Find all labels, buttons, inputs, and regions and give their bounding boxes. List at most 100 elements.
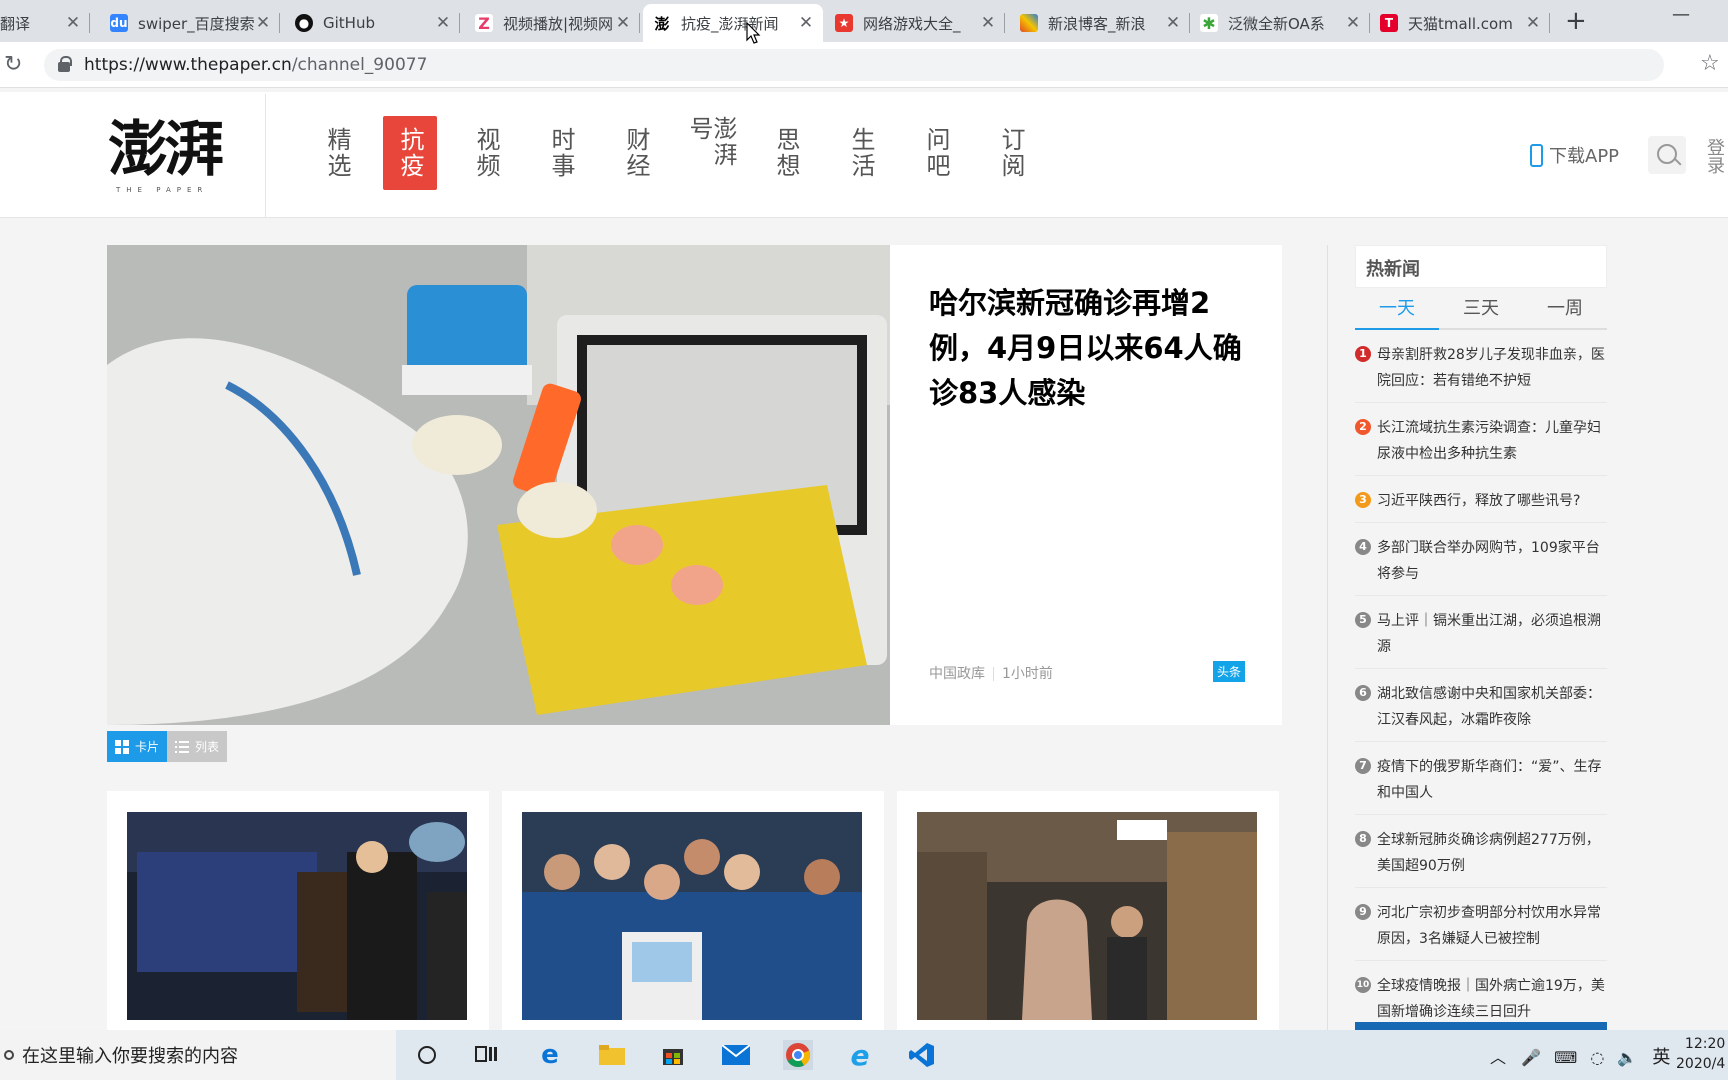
site-logo-subtitle: THE PAPER: [116, 186, 209, 194]
hot-news-text[interactable]: 母亲割肝救28岁儿子发现非血亲，医院回应：若有错绝不护短: [1377, 347, 1605, 389]
headline-tag-badge: 头条: [1213, 661, 1246, 682]
network-icon[interactable]: ◌: [1590, 1048, 1604, 1067]
hot-news-text[interactable]: 河北广宗初步查明部分村饮用水异常原因，3名嫌疑人已被控制: [1377, 905, 1601, 947]
nav-item[interactable]: 时事: [534, 116, 588, 190]
close-icon[interactable]: ✕: [1164, 13, 1182, 33]
rank-badge: 7: [1355, 758, 1371, 774]
hot-news-item[interactable]: 5 马上评｜镉米重出江湖，必须追根溯源: [1355, 596, 1607, 669]
hot-news-item[interactable]: 8 全球新冠肺炎确诊病例超277万例，美国超90万例: [1355, 815, 1607, 888]
nav-item[interactable]: 视频: [459, 116, 513, 190]
chevron-up-icon[interactable]: ︿: [1490, 1048, 1506, 1067]
file-explorer-icon[interactable]: [597, 1040, 627, 1070]
headline-title[interactable]: 哈尔滨新冠确诊再增2例，4月9日以来64人确诊83人感染: [929, 281, 1254, 416]
hot-news-panel: 热新闻 一天 三天 一周 1 母亲割肝救28岁儿子发现非血亲，医院回应：若有错绝不…: [1355, 245, 1607, 1035]
ie-icon[interactable]: e: [845, 1039, 875, 1072]
volume-icon[interactable]: 🔈: [1617, 1048, 1637, 1067]
browser-tab[interactable]: T 天猫tmall.com ✕: [1370, 4, 1550, 42]
card-view-button[interactable]: 卡片: [107, 731, 168, 762]
hot-news-item[interactable]: 4 多部门联合举办网购节，109家平台将参与: [1355, 523, 1607, 596]
close-icon[interactable]: ✕: [797, 13, 815, 33]
nav-item[interactable]: 订阅: [984, 116, 1038, 190]
nav-item[interactable]: 财经: [609, 116, 663, 190]
taskbar-search-placeholder: 在这里输入你要搜索的内容: [22, 1046, 238, 1067]
news-card[interactable]: [107, 791, 489, 1031]
microphone-icon[interactable]: 🎤: [1521, 1048, 1541, 1067]
hot-news-item[interactable]: 7 疫情下的俄罗斯华商们：“爱”、生存和中国人: [1355, 742, 1607, 815]
close-icon[interactable]: ✕: [1344, 13, 1362, 33]
browser-tab[interactable]: Z 视频播放|视频网 ✕: [465, 4, 640, 42]
baidu-icon: du: [110, 14, 128, 32]
hot-news-item[interactable]: 6 湖北致信感谢中央和国家机关部委：江汉春风起，冰霜昨夜除: [1355, 669, 1607, 742]
search-icon[interactable]: [1648, 136, 1686, 174]
list-view-button[interactable]: 列表: [167, 731, 228, 762]
tab-three-days[interactable]: 三天: [1439, 288, 1523, 328]
edge-icon[interactable]: e: [535, 1040, 565, 1070]
tab-one-day[interactable]: 一天: [1355, 288, 1439, 330]
hot-news-item[interactable]: 1 母亲割肝救28岁儿子发现非血亲，医院回应：若有错绝不护短: [1355, 330, 1607, 403]
nav-item[interactable]: 问吧: [909, 116, 963, 190]
headline-card[interactable]: 哈尔滨新冠确诊再增2例，4月9日以来64人确诊83人感染 中国政库 1小时前 头条: [107, 245, 1282, 725]
chrome-icon[interactable]: [783, 1040, 813, 1070]
mail-icon[interactable]: [721, 1040, 751, 1070]
cortana-icon[interactable]: [412, 1040, 442, 1070]
news-card-image[interactable]: [127, 812, 467, 1020]
news-card[interactable]: [897, 791, 1279, 1031]
tmall-icon: T: [1380, 14, 1398, 32]
hot-news-item[interactable]: 9 河北广宗初步查明部分村饮用水异常原因，3名嫌疑人已被控制: [1355, 888, 1607, 961]
headline-image[interactable]: [107, 245, 890, 725]
news-card-image[interactable]: [917, 812, 1257, 1020]
hot-news-text[interactable]: 疫情下的俄罗斯华商们：“爱”、生存和中国人: [1377, 759, 1602, 801]
close-icon[interactable]: ✕: [64, 13, 82, 33]
url-field[interactable]: https://www.thepaper.cn/channel_90077: [44, 49, 1664, 81]
nav-item-active[interactable]: 抗疫: [383, 116, 437, 190]
browser-tab[interactable]: du swiper_百度搜索 ✕: [100, 4, 280, 42]
ime-language-indicator[interactable]: 英: [1652, 1047, 1670, 1068]
input-method-icon[interactable]: ⌨: [1554, 1048, 1577, 1067]
rank-badge: 2: [1355, 419, 1371, 435]
nav-item[interactable]: 澎湃号: [684, 116, 738, 190]
search-icon: [4, 1050, 14, 1060]
browser-tab[interactable]: 翻译 ✕: [0, 4, 90, 42]
browser-tab[interactable]: ★ 网络游戏大全_ ✕: [825, 4, 1005, 42]
hot-news-text[interactable]: 多部门联合举办网购节，109家平台将参与: [1377, 540, 1600, 582]
store-icon[interactable]: [658, 1040, 688, 1070]
browser-tab[interactable]: ● GitHub ✕: [285, 4, 460, 42]
phone-icon: [1530, 143, 1543, 167]
hot-news-tabs: 一天 三天 一周: [1355, 288, 1607, 330]
news-card[interactable]: [502, 791, 884, 1031]
close-icon[interactable]: ✕: [1524, 13, 1542, 33]
close-icon[interactable]: ✕: [254, 13, 272, 33]
bookmark-star-icon[interactable]: ☆: [1700, 51, 1720, 76]
tab-one-week[interactable]: 一周: [1523, 288, 1607, 328]
hot-news-text[interactable]: 全球新冠肺炎确诊病例超277万例，美国超90万例: [1377, 832, 1600, 874]
browser-tab[interactable]: 新浪博客_新浪 ✕: [1010, 4, 1190, 42]
hot-news-item[interactable]: 3 习近平陕西行，释放了哪些讯号?: [1355, 476, 1607, 523]
nav-item[interactable]: 生活: [834, 116, 888, 190]
news-card-image[interactable]: [522, 812, 862, 1020]
task-view-icon[interactable]: [472, 1040, 502, 1070]
new-tab-button[interactable]: +: [1565, 6, 1587, 36]
browser-tab[interactable]: ✱ 泛微全新OA系 ✕: [1190, 4, 1370, 42]
reload-icon[interactable]: ↻: [4, 52, 22, 77]
clock[interactable]: 12:20 2020/4: [1676, 1034, 1725, 1074]
login-link[interactable]: 登录: [1704, 138, 1725, 174]
hot-news-text[interactable]: 全球疫情晚报｜国外病亡逾19万，美国新增确诊连续三日回升: [1377, 978, 1605, 1020]
hot-news-text[interactable]: 湖北致信感谢中央和国家机关部委：江汉春风起，冰霜昨夜除: [1377, 686, 1601, 728]
taskbar-search-box[interactable]: 在这里输入你要搜索的内容: [0, 1030, 396, 1080]
close-icon[interactable]: ✕: [614, 13, 632, 33]
hot-news-text[interactable]: 马上评｜镉米重出江湖，必须追根溯源: [1377, 613, 1601, 655]
minimize-icon[interactable]: —: [1672, 4, 1690, 25]
browser-tab-active[interactable]: 澎 抗疫_澎湃新闻 ✕: [643, 4, 823, 42]
close-icon[interactable]: ✕: [979, 13, 997, 33]
nav-item[interactable]: 精选: [310, 116, 364, 190]
download-app-link[interactable]: 下载APP: [1530, 142, 1619, 168]
headline-source[interactable]: 中国政库: [929, 666, 985, 682]
close-icon[interactable]: ✕: [434, 13, 452, 33]
site-logo[interactable]: 澎湃: [108, 120, 224, 180]
browser-tab-strip: 翻译 ✕ du swiper_百度搜索 ✕ ● GitHub ✕ Z 视频播放|…: [0, 0, 1728, 42]
hot-news-item[interactable]: 2 长江流域抗生素污染调查：儿童孕妇尿液中检出多种抗生素: [1355, 403, 1607, 476]
hot-news-text[interactable]: 长江流域抗生素污染调查：儿童孕妇尿液中检出多种抗生素: [1377, 420, 1601, 462]
vscode-icon[interactable]: [907, 1040, 937, 1070]
hot-news-text[interactable]: 习近平陕西行，释放了哪些讯号?: [1377, 493, 1580, 509]
nav-item[interactable]: 思想: [759, 116, 813, 190]
